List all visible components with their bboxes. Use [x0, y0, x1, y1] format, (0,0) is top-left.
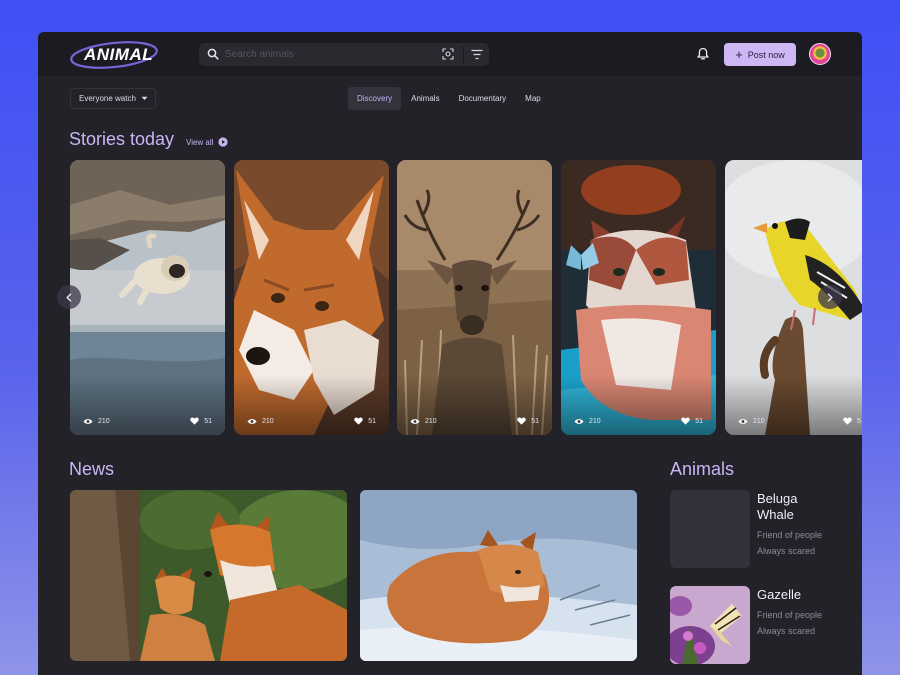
logo[interactable]: ANIMAL — [70, 40, 160, 70]
views-count: 210 — [410, 418, 437, 425]
app-window: ANIMAL + Post now — [38, 32, 862, 675]
story-overlay — [725, 375, 862, 435]
caret-down-icon — [141, 96, 148, 100]
view-all-label: View all — [186, 137, 214, 147]
views-count: 210 — [247, 418, 274, 425]
tab-label: Discovery — [357, 94, 393, 103]
image-search-icon[interactable] — [442, 48, 454, 60]
likes-count: 51 — [354, 417, 376, 425]
likes-count: 51 — [517, 417, 539, 425]
animal-name[interactable]: Gazelle — [757, 587, 827, 603]
heart-icon — [517, 417, 526, 425]
carousel-next-button[interactable] — [818, 285, 842, 309]
logo-text: ANIMAL — [84, 45, 154, 64]
likes-count: 51 — [190, 417, 212, 425]
views-label: 210 — [589, 418, 601, 425]
animal-name[interactable]: Beluga Whale — [757, 491, 827, 523]
heart-icon — [190, 417, 199, 425]
stories-title: Stories today — [69, 129, 175, 149]
audience-select[interactable]: Everyone watch — [70, 88, 156, 109]
heart-icon — [681, 417, 690, 425]
news-card[interactable] — [360, 490, 637, 661]
bell-icon[interactable] — [697, 47, 709, 61]
divider — [463, 46, 464, 63]
search-input[interactable] — [225, 45, 425, 64]
views-count: 210 — [738, 418, 765, 425]
likes-label: 51 — [531, 417, 539, 425]
tab-documentary[interactable]: Documentary — [450, 87, 516, 110]
search-bar[interactable] — [199, 43, 489, 66]
views-label: 210 — [98, 418, 110, 425]
eye-icon — [247, 419, 257, 424]
story-card[interactable]: 210 51 — [70, 160, 225, 435]
views-label: 210 — [425, 418, 437, 425]
eye-icon — [410, 419, 420, 424]
likes-label: 51 — [695, 417, 703, 425]
views-label: 210 — [753, 418, 765, 425]
views-count: 210 — [83, 418, 110, 425]
view-all-link[interactable]: View all — [186, 137, 229, 147]
likes-label: 51 — [368, 417, 376, 425]
likes-count: 51 — [681, 417, 703, 425]
chevron-left-icon — [66, 292, 72, 302]
news-title: News — [69, 459, 115, 479]
animal-trait: Friend of people — [757, 610, 823, 620]
story-card[interactable]: 210 51 — [397, 160, 552, 435]
news-card[interactable] — [70, 490, 347, 661]
avatar[interactable] — [809, 43, 831, 65]
tab-label: Documentary — [458, 94, 507, 103]
eye-icon — [574, 419, 584, 424]
story-overlay — [561, 375, 716, 435]
animal-thumb-gazelle[interactable] — [670, 586, 750, 664]
heart-icon — [354, 417, 363, 425]
story-overlay — [234, 375, 389, 435]
tab-label: Map — [525, 94, 541, 103]
animal-trait: Friend of people — [757, 530, 823, 540]
chevron-right-icon — [827, 292, 833, 302]
story-overlay — [397, 375, 552, 435]
tab-discovery[interactable]: Discovery — [348, 87, 402, 110]
views-label: 210 — [262, 418, 274, 425]
animals-title: Animals — [670, 459, 735, 479]
news-photo-foxes — [70, 490, 347, 661]
animal-thumb-beluga[interactable] — [670, 490, 750, 568]
plus-icon: + — [735, 46, 743, 62]
animal-trait: Always scared — [757, 626, 816, 636]
gazelle-photo — [670, 586, 750, 664]
post-now-label: Post now — [747, 49, 785, 60]
tab-animals[interactable]: Animals — [402, 87, 448, 110]
eye-icon — [83, 419, 93, 424]
top-bar: ANIMAL + Post now — [38, 32, 862, 76]
story-card[interactable]: 210 51 — [234, 160, 389, 435]
filter-icon[interactable] — [471, 49, 483, 60]
tab-label: Animals — [411, 94, 440, 103]
heart-icon — [843, 417, 852, 425]
carousel-prev-button[interactable] — [57, 285, 81, 309]
category-tabs: Discovery Animals Documentary Map — [348, 87, 551, 110]
tab-map[interactable]: Map — [516, 87, 550, 110]
search-icon — [207, 48, 219, 60]
likes-label: 5 — [857, 417, 861, 425]
play-circle-icon — [218, 137, 229, 147]
story-overlay — [70, 375, 225, 435]
post-now-button[interactable]: + Post now — [724, 43, 796, 66]
audience-select-value: Everyone watch — [79, 94, 136, 103]
eye-icon — [738, 419, 748, 424]
animal-trait: Always scared — [757, 546, 816, 556]
story-card[interactable]: 210 51 — [561, 160, 716, 435]
likes-count: 5 — [843, 417, 861, 425]
views-count: 210 — [574, 418, 601, 425]
likes-label: 51 — [204, 417, 212, 425]
news-photo-fox-snow — [360, 490, 637, 661]
